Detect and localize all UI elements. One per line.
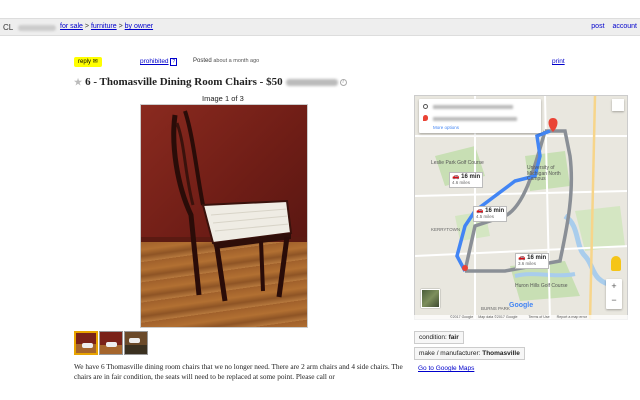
posted-time: about a month ago — [213, 58, 260, 64]
reply-label: reply — [78, 59, 92, 65]
origin-icon — [423, 104, 428, 109]
chair-illustration — [171, 110, 293, 302]
top-links: post account — [585, 23, 637, 30]
route-label-2[interactable]: 🚗 16 min 4.5 miles — [473, 206, 508, 222]
place-label: BURNS PARK — [481, 306, 510, 311]
map-marker-help-icon[interactable]: ? — [339, 78, 347, 86]
breadcrumb-separator: > — [118, 23, 123, 30]
directions-panel[interactable]: More options — [419, 99, 541, 133]
posted-label: Posted — [193, 58, 212, 64]
destination-pin-icon — [423, 115, 428, 121]
title-text: 6 - Thomasville Dining Room Chairs - $50 — [85, 76, 283, 88]
envelope-icon: ✉ — [92, 59, 98, 65]
breadcrumb: for sale > furniture > by owner — [60, 23, 153, 30]
end-location-row[interactable] — [423, 115, 533, 122]
prohibited-link[interactable]: prohibited ? — [140, 58, 178, 66]
thumbnail-3[interactable] — [124, 331, 148, 355]
account-link[interactable]: account — [612, 23, 637, 30]
image-index: 1 — [224, 94, 230, 103]
make-attribute: make / manufacturer: Thomasville — [414, 347, 525, 360]
breadcrumb-furniture[interactable]: furniture — [91, 23, 117, 30]
condition-attribute: condition: fair — [414, 331, 464, 344]
zoom-controls: + − — [606, 279, 622, 309]
breadcrumb-separator: > — [84, 23, 90, 30]
copyright: ©2017 Google — [450, 315, 474, 319]
place-label: KERRYTOWN — [431, 227, 461, 232]
satellite-toggle[interactable] — [421, 289, 440, 308]
google-logo: Google — [509, 302, 534, 309]
route-distance: 4.5 miles — [476, 214, 495, 219]
posted-date: Posted about a month ago — [193, 58, 259, 64]
place-label: Leslie Park Golf Course — [431, 160, 484, 166]
breadcrumb-for-sale[interactable]: for sale — [60, 23, 83, 30]
posting-body: We have 6 Thomasville dining room chairs… — [74, 362, 403, 381]
condition-value: fair — [448, 334, 459, 341]
place-label: University of Michigan North Campus — [527, 165, 561, 182]
fullscreen-button[interactable] — [612, 99, 624, 111]
place-label: Huron Hills Golf Course — [515, 283, 568, 289]
thumbnail-2[interactable] — [99, 331, 123, 355]
route-distance: 3.6 miles — [518, 261, 537, 266]
image-total: 3 — [239, 94, 244, 103]
thumbnail-1[interactable] — [74, 331, 98, 355]
thumbnail-strip — [74, 331, 148, 355]
blurred-location — [18, 25, 56, 31]
blurred-origin — [432, 105, 513, 110]
more-options-link[interactable]: More options — [433, 125, 459, 130]
reply-button[interactable]: reply ✉ — [74, 57, 102, 67]
help-icon[interactable]: ? — [170, 58, 178, 66]
prohibited-label[interactable]: prohibited — [140, 58, 169, 65]
route-distance: 4.6 miles — [452, 180, 471, 185]
condition-label: condition: — [419, 334, 447, 341]
route-label-3[interactable]: 🚗 16 min 3.6 miles — [515, 253, 550, 269]
favorite-star-icon[interactable]: ★ — [74, 77, 82, 87]
map-attribution: ©2017 Google Map data ©2017 Google Terms… — [414, 315, 628, 320]
make-value: Thomasville — [482, 350, 520, 357]
top-bar: CL for sale > furniture > by owner post … — [0, 18, 640, 36]
street-view-pegman-icon[interactable] — [611, 256, 621, 271]
image-of: of — [231, 94, 238, 103]
blurred-destination — [432, 117, 517, 122]
image-counter: Image 1 of 3 — [202, 94, 244, 103]
post-link[interactable]: post — [591, 23, 604, 30]
blurred-location-tag — [285, 78, 338, 86]
terms-link[interactable]: Terms of Use — [528, 315, 549, 319]
zoom-out-button[interactable]: − — [606, 293, 622, 307]
route-label-1[interactable]: 🚗 16 min 4.6 miles — [449, 172, 484, 188]
breadcrumb-by-owner[interactable]: by owner — [125, 23, 153, 30]
image-label: Image — [202, 94, 223, 103]
google-maps-link[interactable]: Go to Google Maps — [418, 365, 474, 372]
make-label: make / manufacturer: — [419, 350, 481, 357]
main-listing-image[interactable] — [140, 104, 308, 328]
posting-title: ★ 6 - Thomasville Dining Room Chairs - $5… — [74, 76, 347, 88]
zoom-in-button[interactable]: + — [606, 279, 622, 293]
start-location-row[interactable] — [423, 104, 533, 111]
print-link[interactable]: print — [552, 58, 565, 65]
report-error-link[interactable]: Report a map error — [557, 315, 587, 319]
site-brand[interactable]: CL — [3, 23, 13, 32]
map-data: Map data ©2017 Google — [478, 315, 518, 319]
